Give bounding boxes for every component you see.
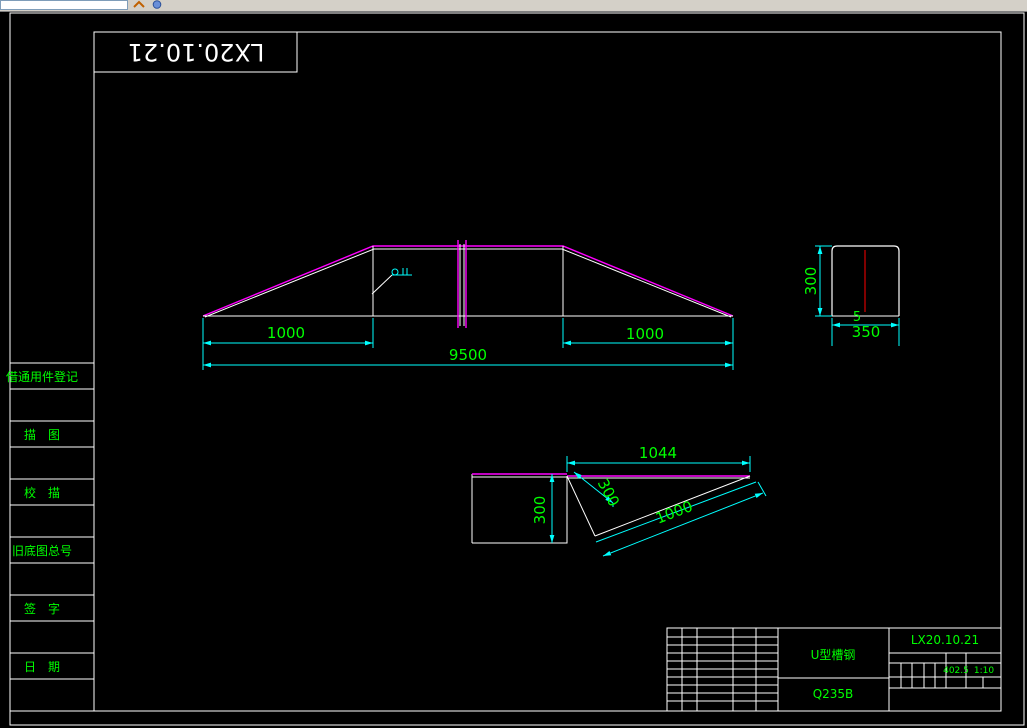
side-table-label: 描 图 bbox=[24, 428, 60, 442]
side-table-label: 借通用件登记 bbox=[6, 369, 78, 384]
cad-drawing-canvas[interactable]: LX20.10.21 借通用件登记 描 图 校 描 旧底图总号 签 字 日 期 bbox=[0, 0, 1027, 728]
detail-dim-slant-short: 300 bbox=[594, 476, 623, 510]
detail-view: 1044 300 300 1000 bbox=[471, 444, 767, 557]
side-table-label: 校 描 bbox=[24, 485, 60, 500]
side-table-label: 签 字 bbox=[24, 601, 60, 616]
title-block: U型槽钢 Q235B LX20.10.21 402.5 1:10 bbox=[666, 627, 1002, 712]
code-stamp-text: LX20.10.21 bbox=[128, 38, 265, 66]
detail-dim-height: 300 bbox=[531, 496, 549, 525]
section-dim-width: 350 bbox=[852, 323, 881, 341]
title-part-name: U型槽钢 bbox=[811, 648, 856, 662]
detail-dim-slant-long: 1000 bbox=[653, 497, 695, 527]
side-table-label: 旧底图总号 bbox=[12, 543, 72, 558]
section-view: 300 5 350 bbox=[802, 245, 900, 346]
title-drawing-no: LX20.10.21 bbox=[911, 633, 979, 647]
section-dim-height: 300 bbox=[802, 267, 820, 296]
front-view: 1000 1000 9500 bbox=[202, 240, 734, 370]
front-dim-right: 1000 bbox=[626, 325, 664, 343]
title-scale: 1:10 bbox=[974, 666, 994, 676]
title-weight: 402.5 bbox=[943, 666, 969, 676]
front-dim-left: 1000 bbox=[267, 324, 305, 342]
drawing-frame bbox=[93, 31, 1002, 712]
code-stamp: LX20.10.21 bbox=[93, 31, 298, 73]
front-dim-total: 9500 bbox=[449, 346, 487, 364]
side-table: 借通用件登记 描 图 校 描 旧底图总号 签 字 日 期 bbox=[6, 362, 95, 712]
outer-border bbox=[9, 12, 1025, 726]
detail-dim-top: 1044 bbox=[639, 444, 677, 462]
title-material: Q235B bbox=[813, 687, 854, 701]
side-table-label: 日 期 bbox=[24, 660, 60, 674]
